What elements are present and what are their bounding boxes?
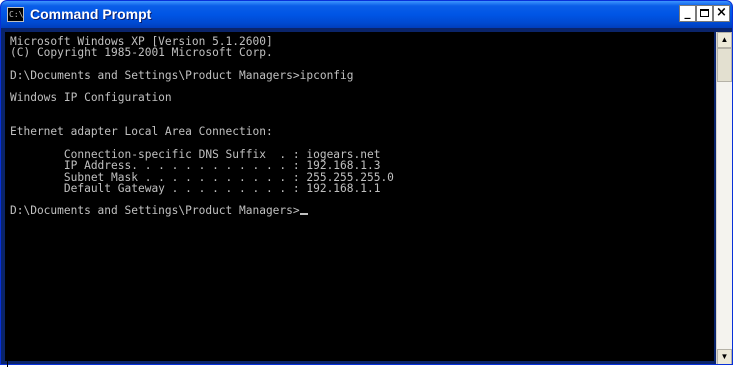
console-prompt: D:\Documents and Settings\Product Manage… bbox=[10, 204, 300, 218]
console-text: Microsoft Windows XP [Version 5.1.2600](… bbox=[5, 32, 714, 217]
console-prompt-line: D:\Documents and Settings\Product Manage… bbox=[10, 204, 714, 218]
scroll-up-button[interactable]: ▲ bbox=[717, 32, 732, 48]
console-icon[interactable]: C:\ bbox=[7, 7, 24, 22]
console-line: Ethernet adapter Local Area Connection: bbox=[10, 125, 273, 139]
console-line: (C) Copyright 1985-2001 Microsoft Corp. bbox=[10, 46, 273, 60]
text-cursor bbox=[299, 213, 308, 216]
console-output[interactable]: Microsoft Windows XP [Version 5.1.2600](… bbox=[5, 32, 714, 361]
window-title: Command Prompt bbox=[30, 6, 152, 22]
console-line: Windows IP Configuration bbox=[10, 91, 172, 105]
close-button[interactable]: × bbox=[713, 5, 730, 22]
scroll-thumb[interactable] bbox=[717, 48, 732, 82]
console-line: Default Gateway . . . . . . . . . : 192.… bbox=[10, 181, 381, 195]
scroll-down-button[interactable]: ▼ bbox=[717, 349, 732, 364]
console-line: IP Address. . . . . . . . . . . . : 192.… bbox=[10, 159, 381, 173]
title-bar[interactable]: C:\ Command Prompt _ × bbox=[1, 1, 732, 28]
vertical-scrollbar[interactable]: ▲ ▼ bbox=[716, 32, 732, 364]
minimize-button[interactable]: _ bbox=[679, 5, 696, 22]
maximize-button[interactable] bbox=[696, 5, 713, 22]
mouse-text-cursor bbox=[7, 357, 8, 367]
console-line: D:\Documents and Settings\Product Manage… bbox=[10, 68, 354, 82]
command-prompt-window: C:\ Command Prompt _ × Microsoft Windows… bbox=[0, 0, 733, 365]
